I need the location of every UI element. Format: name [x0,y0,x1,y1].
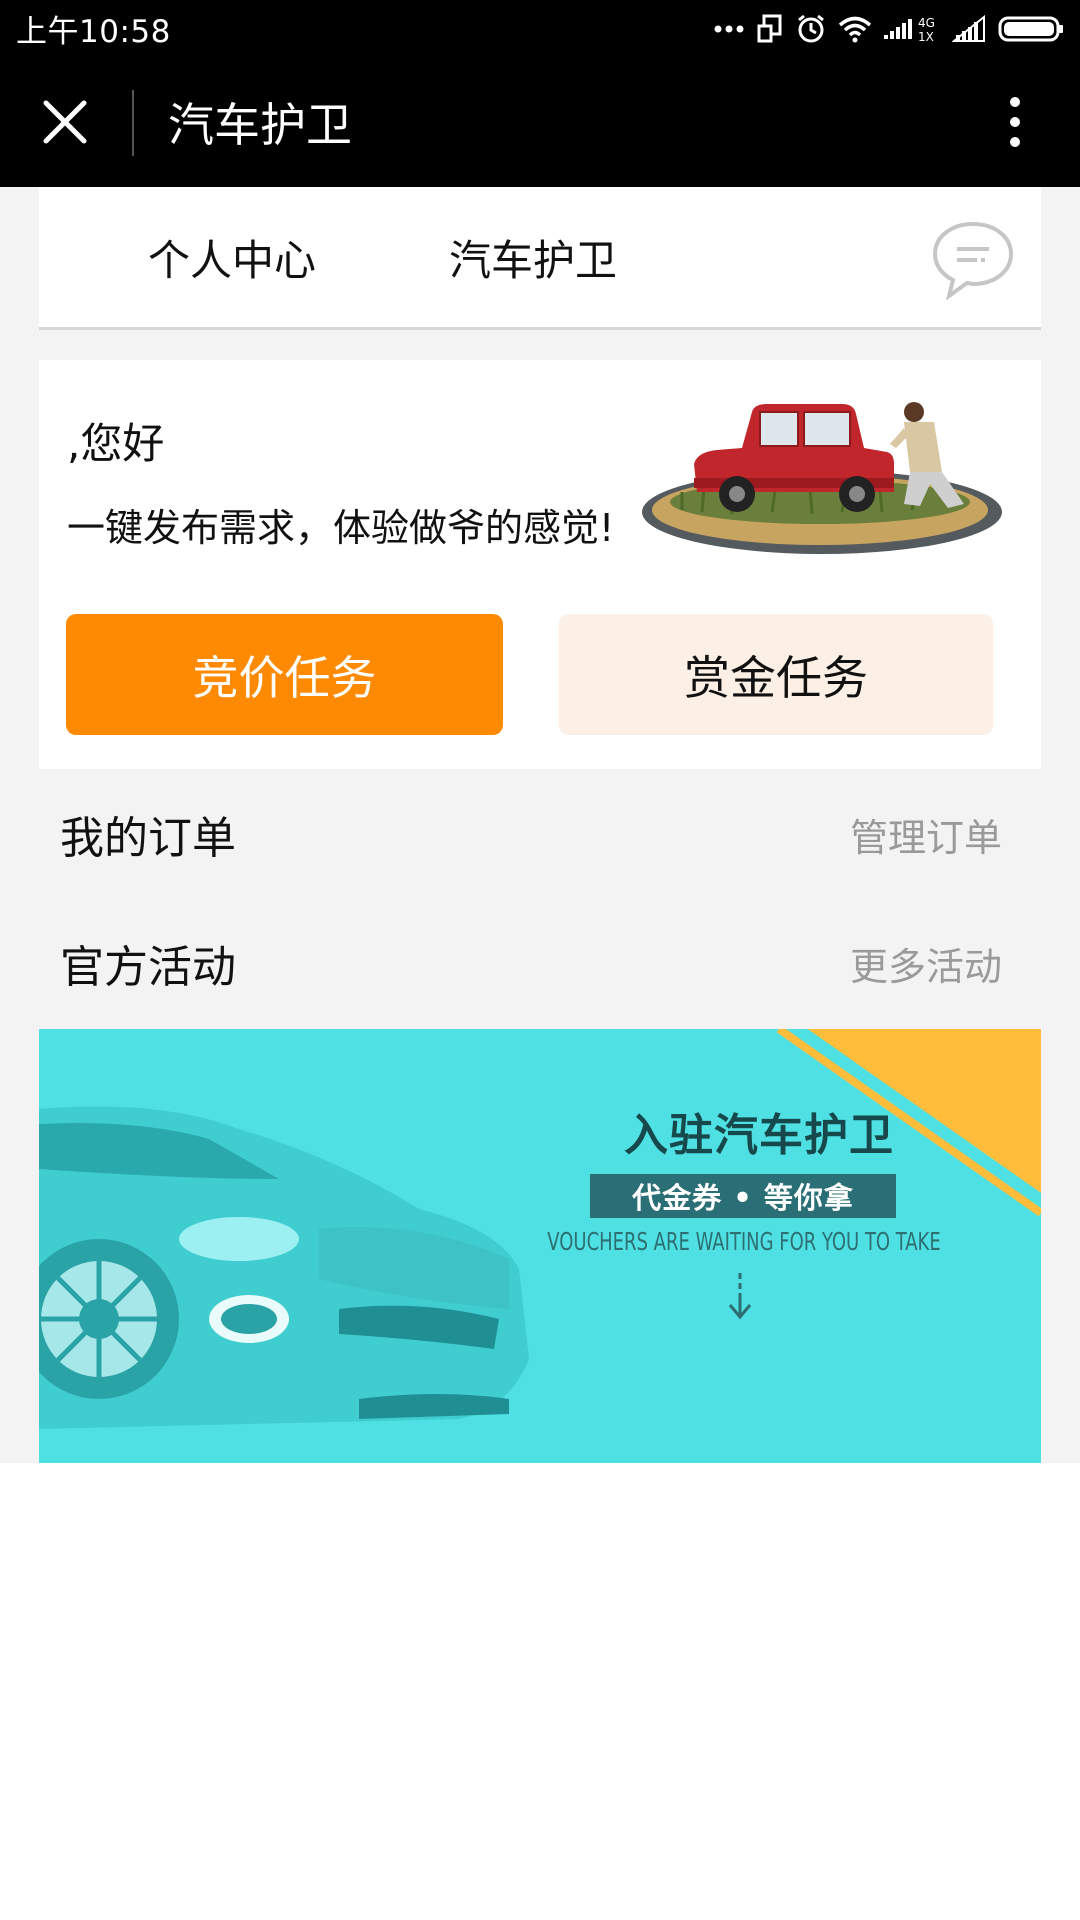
manage-orders-link[interactable]: 管理订单 [850,807,1002,862]
message-button[interactable] [931,220,1015,301]
greeting-text: ,您好 [67,419,165,468]
battery-icon [998,16,1063,41]
tab-bar: 个人中心 汽车护卫 [39,187,1041,330]
chat-bubble-icon [932,221,1014,301]
car-push-illustration [642,402,1002,554]
more-dots-icon [714,25,744,32]
my-orders-row: 我的订单 管理订单 [60,794,1002,874]
alarm-icon [798,14,824,42]
banner-voucher-label: 代金券 • 等你拿 [590,1174,896,1218]
tab-car-guard[interactable]: 汽车护卫 [449,187,617,327]
my-orders-title: 我的订单 [60,813,236,864]
banner-headline: 入驻汽车护卫 [624,1110,894,1161]
wifi-icon [838,16,872,42]
bidding-task-button[interactable]: 竞价任务 [66,614,503,735]
signal-4g-icon: 4G 1X [884,16,935,44]
title-bar: 汽车护卫 [0,57,1080,187]
promo-banner[interactable]: 入驻汽车护卫 代金券 • 等你拿 VOUCHERS ARE WAITING FO… [39,1029,1041,1463]
official-activities-row: 官方活动 更多活动 [60,923,1002,1003]
tab-personal-center[interactable]: 个人中心 [148,187,316,327]
signal-icon [952,14,985,42]
welcome-card: ,您好 一键发布需求，体验做爷的感觉! 竞价任务 赏金任务 [39,360,1041,769]
svg-text:1X: 1X [918,30,934,44]
status-time: 上午10:58 [16,14,171,50]
page-title: 汽车护卫 [168,98,352,152]
title-divider [132,90,134,156]
slogan-text: 一键发布需求，体验做爷的感觉! [67,506,615,550]
svg-text:4G: 4G [918,16,935,30]
status-bar: 上午10:58 4G 1X [0,0,1080,57]
more-menu-button[interactable] [980,87,1050,157]
arrow-down-icon [728,1273,752,1320]
reward-task-button[interactable]: 赏金任务 [559,614,993,735]
close-button[interactable] [30,87,100,157]
screen-rotate-icon [757,14,782,42]
close-icon [43,100,87,144]
official-activities-title: 官方活动 [60,942,236,993]
main-content: 个人中心 汽车护卫 ,您好 一键发布需求，体验做爷的感觉! 竞价任务 赏金任务 … [0,187,1080,1463]
more-activities-link[interactable]: 更多活动 [850,936,1002,991]
more-vertical-icon [1010,97,1020,147]
status-icons: 4G 1X [714,13,1064,45]
banner-english-text: VOUCHERS ARE WAITING FOR YOU TO TAKE [547,1226,941,1256]
